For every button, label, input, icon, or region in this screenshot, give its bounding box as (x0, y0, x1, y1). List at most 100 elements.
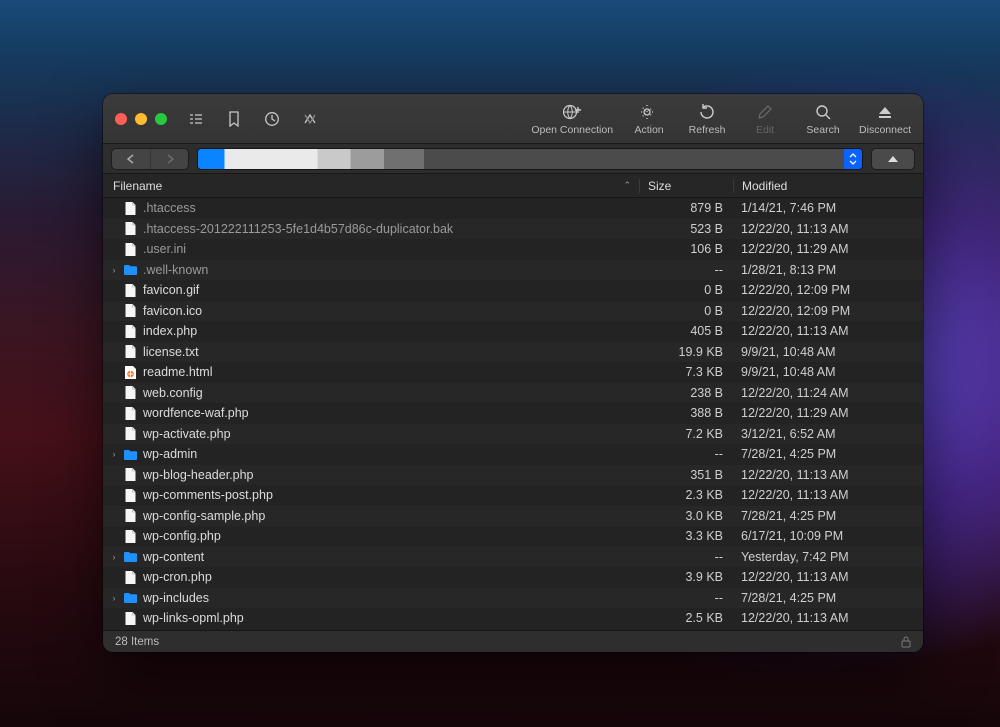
file-modified: 12/22/20, 11:13 AM (733, 570, 923, 584)
file-size: 3.9 KB (639, 570, 733, 584)
history-icon[interactable] (261, 108, 283, 130)
search-button[interactable]: Search (801, 102, 845, 136)
file-name: readme.html (139, 365, 639, 379)
action-label: Action (634, 124, 663, 136)
file-row[interactable]: wp-config-sample.php3.0 KB7/28/21, 4:25 … (103, 506, 923, 527)
disconnect-label: Disconnect (859, 124, 911, 136)
globe-plus-icon (562, 102, 582, 122)
folder-icon (121, 263, 139, 276)
column-modified[interactable]: Modified (733, 179, 923, 193)
file-row[interactable]: ›wp-admin--7/28/21, 4:25 PM (103, 444, 923, 465)
toolbar-actions: Open Connection Action Refresh Edit (531, 102, 911, 136)
column-filename[interactable]: Filename ⌃ (113, 179, 639, 193)
file-row[interactable]: wp-comments-post.php2.3 KB12/22/20, 11:1… (103, 485, 923, 506)
action-button[interactable]: Action (627, 102, 671, 136)
file-icon (121, 570, 139, 585)
file-modified: 9/9/21, 10:48 AM (733, 365, 923, 379)
file-icon (121, 283, 139, 298)
disconnect-button[interactable]: Disconnect (859, 102, 911, 136)
file-name: index.php (139, 324, 639, 338)
disclosure-triangle-icon[interactable]: › (107, 265, 121, 275)
search-label: Search (806, 124, 839, 136)
file-size: 2.3 KB (639, 488, 733, 502)
file-name: wp-includes (139, 591, 639, 605)
file-size: 7.2 KB (639, 427, 733, 441)
open-connection-button[interactable]: Open Connection (531, 102, 613, 136)
file-size: 3.0 KB (639, 509, 733, 523)
column-size[interactable]: Size (639, 179, 733, 193)
file-size: -- (639, 447, 733, 461)
file-icon (121, 488, 139, 503)
gear-icon (639, 102, 659, 122)
file-row[interactable]: wp-cron.php3.9 KB12/22/20, 11:13 AM (103, 567, 923, 588)
file-modified: 12/22/20, 12:09 PM (733, 304, 923, 318)
file-row[interactable]: wordfence-waf.php388 B12/22/20, 11:29 AM (103, 403, 923, 424)
disclosure-triangle-icon[interactable]: › (107, 449, 121, 459)
file-name: .htaccess (139, 201, 639, 215)
file-size: 3.3 KB (639, 529, 733, 543)
file-icon (121, 242, 139, 257)
forward-button[interactable] (150, 149, 188, 169)
file-row[interactable]: license.txt19.9 KB9/9/21, 10:48 AM (103, 342, 923, 363)
file-name: wp-config-sample.php (139, 509, 639, 523)
file-size: 238 B (639, 386, 733, 400)
close-button[interactable] (115, 113, 127, 125)
file-row[interactable]: favicon.gif0 B12/22/20, 12:09 PM (103, 280, 923, 301)
refresh-button[interactable]: Refresh (685, 102, 729, 136)
go-up-button[interactable] (871, 148, 915, 170)
app-window: Open Connection Action Refresh Edit (103, 94, 923, 652)
refresh-icon (698, 102, 716, 122)
edit-button[interactable]: Edit (743, 102, 787, 136)
file-row[interactable]: .user.ini106 B12/22/20, 11:29 AM (103, 239, 923, 260)
file-row[interactable]: wp-blog-header.php351 B12/22/20, 11:13 A… (103, 465, 923, 486)
file-size: 19.9 KB (639, 345, 733, 359)
file-row[interactable]: ›wp-content--Yesterday, 7:42 PM (103, 547, 923, 568)
file-row[interactable]: .htaccess-201222111253-5fe1d4b57d86c-dup… (103, 219, 923, 240)
open-connection-label: Open Connection (531, 124, 613, 136)
file-row[interactable]: wp-config.php3.3 KB6/17/21, 10:09 PM (103, 526, 923, 547)
view-mode-icons (185, 108, 321, 130)
file-size: 879 B (639, 201, 733, 215)
outline-view-icon[interactable] (185, 108, 207, 130)
zoom-button[interactable] (155, 113, 167, 125)
refresh-label: Refresh (689, 124, 726, 136)
file-name: .user.ini (139, 242, 639, 256)
minimize-button[interactable] (135, 113, 147, 125)
file-icon (121, 508, 139, 523)
file-icon (121, 426, 139, 441)
file-modified: 6/17/21, 10:09 PM (733, 529, 923, 543)
file-list[interactable]: .htaccess879 B1/14/21, 7:46 PM.htaccess-… (103, 198, 923, 630)
status-item-count: 28 Items (115, 636, 159, 648)
file-size: 106 B (639, 242, 733, 256)
disclosure-triangle-icon[interactable]: › (107, 552, 121, 562)
file-row[interactable]: wp-links-opml.php2.5 KB12/22/20, 11:13 A… (103, 608, 923, 629)
pencil-icon (757, 102, 773, 122)
file-modified: 9/9/21, 10:48 AM (733, 345, 923, 359)
file-name: wp-links-opml.php (139, 611, 639, 625)
disclosure-triangle-icon[interactable]: › (107, 593, 121, 603)
file-row[interactable]: wp-activate.php7.2 KB3/12/21, 6:52 AM (103, 424, 923, 445)
file-modified: 12/22/20, 11:13 AM (733, 222, 923, 236)
file-name: wp-activate.php (139, 427, 639, 441)
file-icon (121, 467, 139, 482)
file-row[interactable]: .htaccess879 B1/14/21, 7:46 PM (103, 198, 923, 219)
file-icon (121, 385, 139, 400)
path-dropdown[interactable] (197, 148, 863, 170)
transfers-icon[interactable] (299, 108, 321, 130)
file-row[interactable]: ›.well-known--1/28/21, 8:13 PM (103, 260, 923, 281)
toolbar: Open Connection Action Refresh Edit (103, 94, 923, 144)
file-size: 7.3 KB (639, 365, 733, 379)
file-row[interactable]: favicon.ico0 B12/22/20, 12:09 PM (103, 301, 923, 322)
file-icon (121, 303, 139, 318)
eject-icon (877, 102, 893, 122)
file-row[interactable]: index.php405 B12/22/20, 11:13 AM (103, 321, 923, 342)
back-button[interactable] (112, 149, 150, 169)
bookmarks-icon[interactable] (223, 108, 245, 130)
file-row[interactable]: readme.html7.3 KB9/9/21, 10:48 AM (103, 362, 923, 383)
file-row[interactable]: web.config238 B12/22/20, 11:24 AM (103, 383, 923, 404)
column-filename-label: Filename (113, 179, 162, 193)
edit-label: Edit (756, 124, 774, 136)
file-icon (121, 529, 139, 544)
file-row[interactable]: ›wp-includes--7/28/21, 4:25 PM (103, 588, 923, 609)
file-icon (121, 201, 139, 216)
